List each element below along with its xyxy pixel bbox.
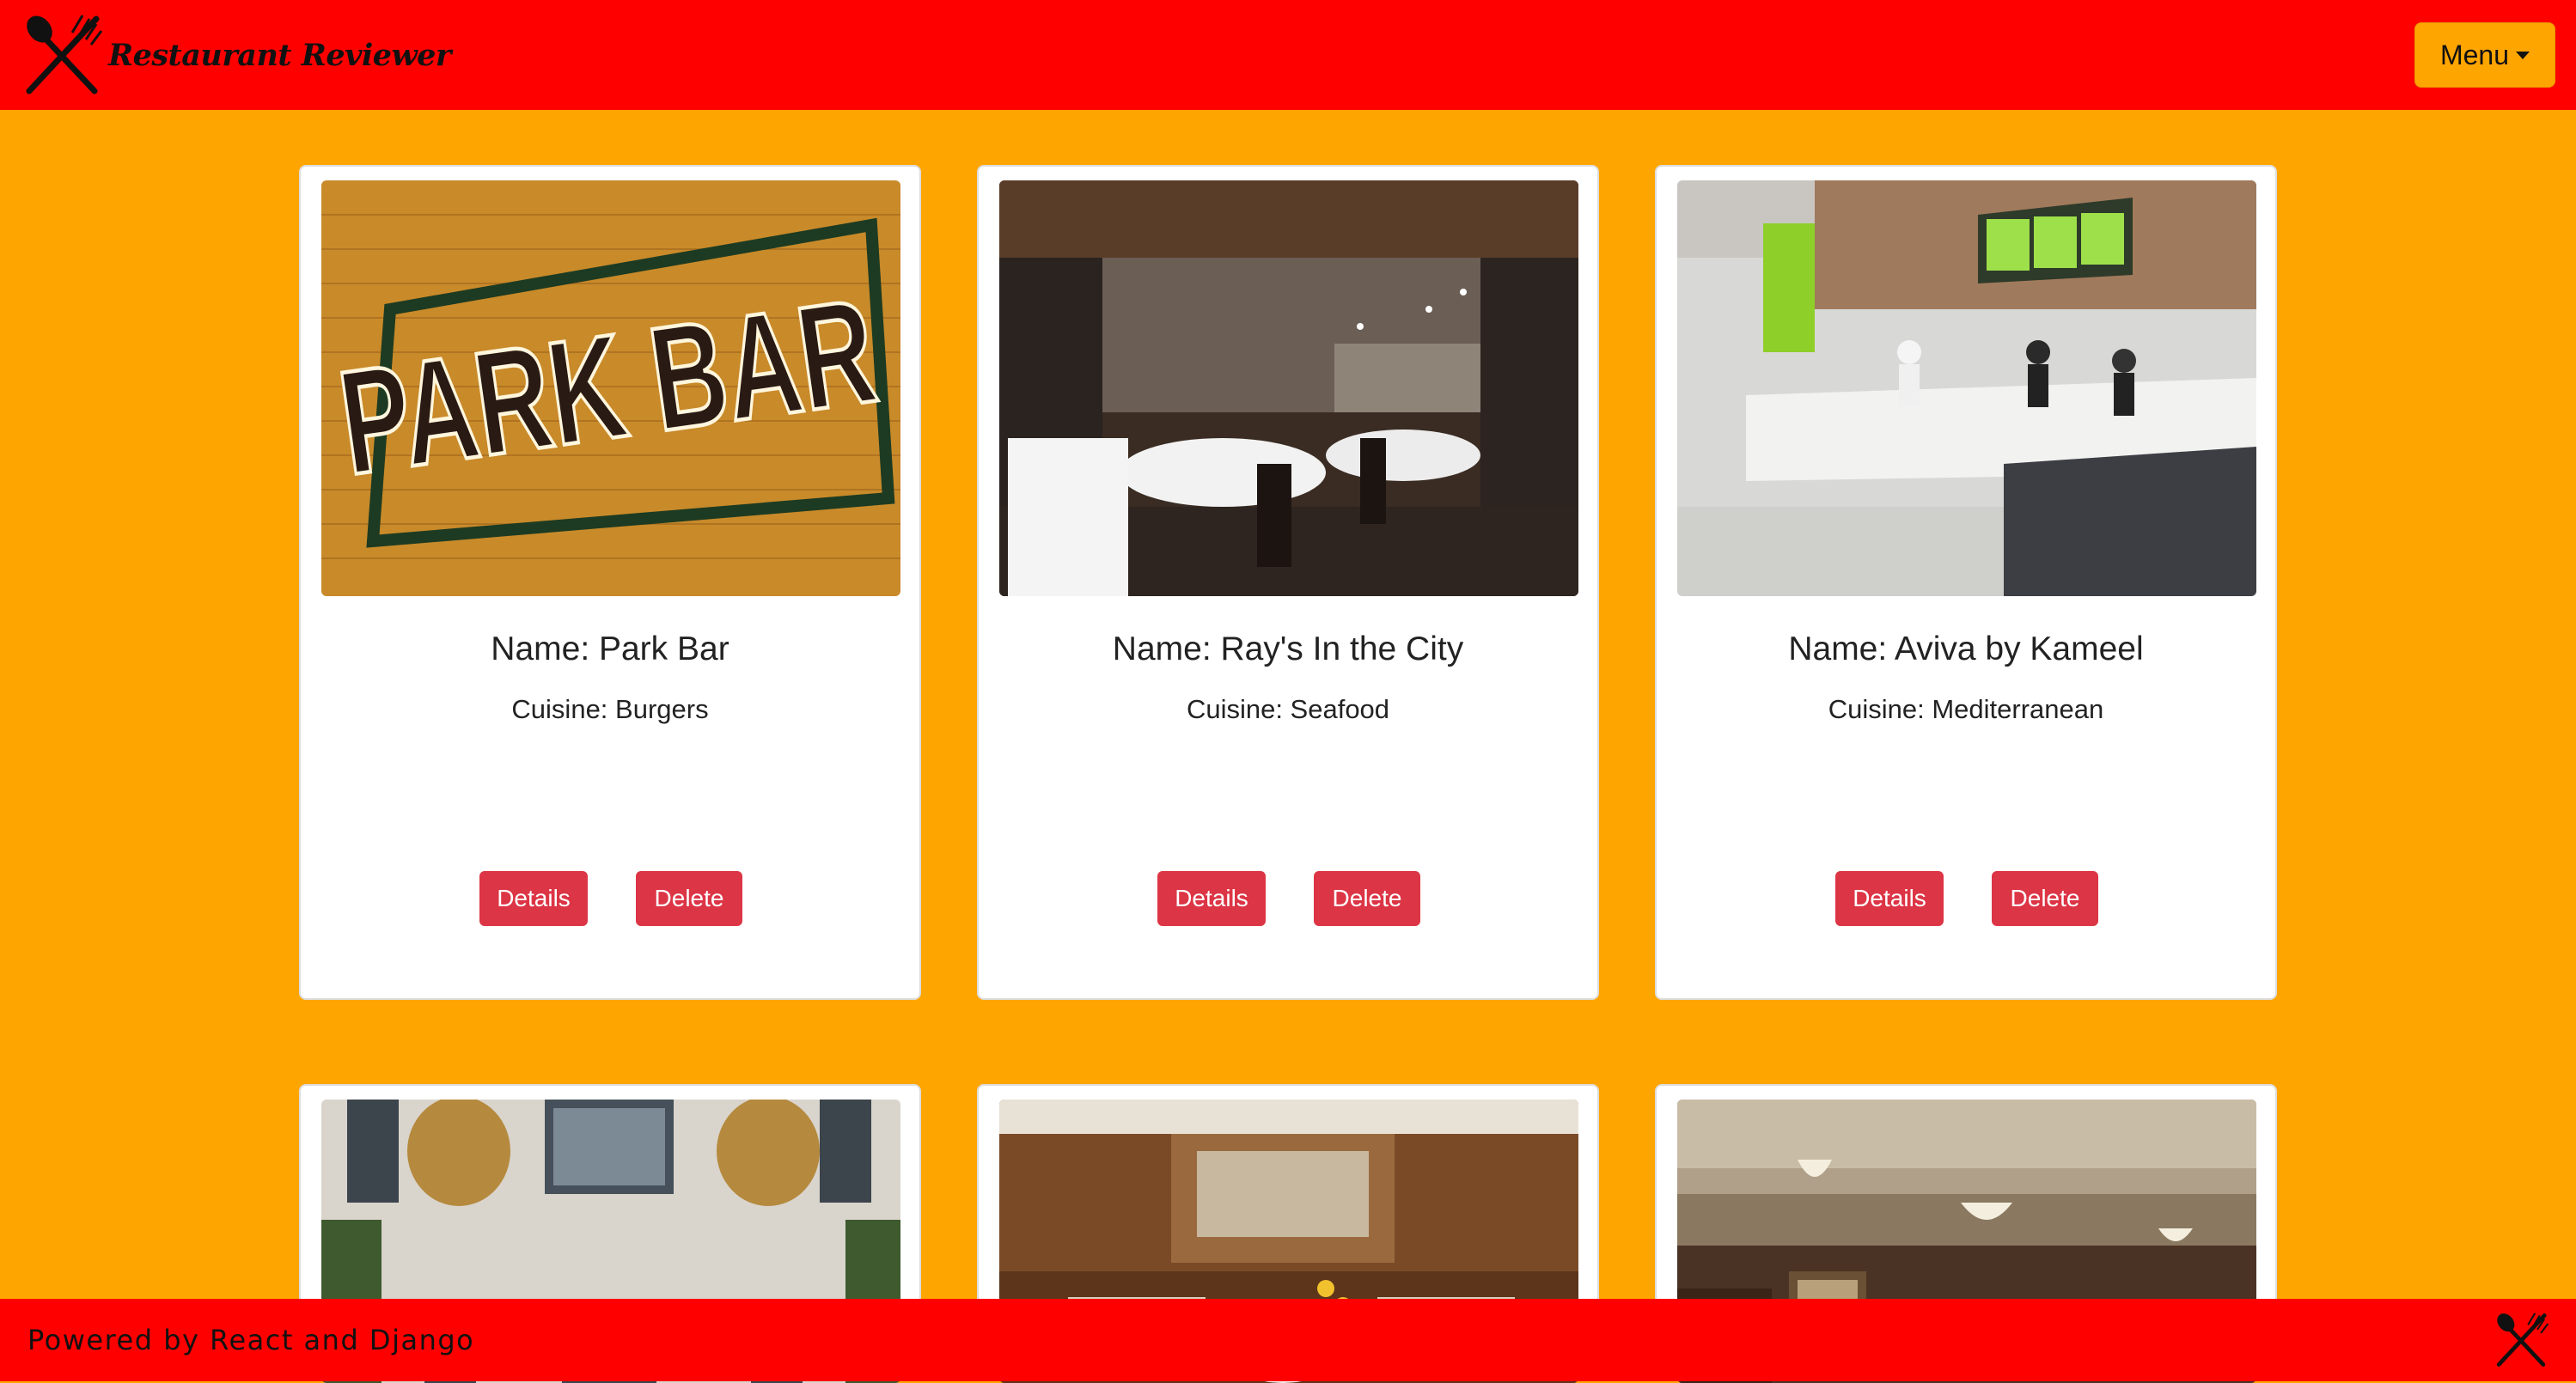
top-navbar: Restaurant Reviewer Menu: [0, 0, 2576, 110]
menu-button[interactable]: Menu: [2414, 22, 2555, 88]
restaurant-name: Name: Aviva by Kameel: [1788, 631, 2144, 667]
menu-label: Menu: [2439, 39, 2510, 70]
fork-knife-icon: [26, 15, 103, 94]
restaurant-image: [1677, 180, 2256, 596]
brand[interactable]: Restaurant Reviewer: [19, 12, 451, 98]
restaurant-image: [999, 180, 1578, 596]
restaurant-card: PARK BAR Name: Park Bar Cuisine: Burgers…: [299, 165, 921, 1000]
restaurant-name: Name: Park Bar: [491, 631, 729, 667]
restaurant-cuisine: Cuisine: Mediterranean: [1828, 694, 2104, 724]
caret-down-icon: [2516, 51, 2530, 59]
restaurant-card: Name: Ray's In the City Cuisine: Seafood…: [977, 165, 1599, 1000]
restaurant-card: Name: Aviva by Kameel Cuisine: Mediterra…: [1655, 165, 2277, 1000]
restaurant-cuisine: Cuisine: Seafood: [1186, 694, 1390, 724]
restaurant-name: Name: Ray's In the City: [1112, 631, 1464, 667]
delete-button[interactable]: Delete: [1992, 871, 2098, 926]
details-button[interactable]: Details: [1157, 871, 1266, 926]
delete-button[interactable]: Delete: [1314, 871, 1420, 926]
details-button[interactable]: Details: [1835, 871, 1944, 926]
footer-text: Powered by React and Django: [27, 1324, 475, 1356]
footer: Powered by React and Django: [0, 1299, 2576, 1381]
delete-button[interactable]: Delete: [636, 871, 742, 926]
restaurant-cuisine: Cuisine: Burgers: [511, 694, 709, 724]
brand-title: Restaurant Reviewer: [108, 37, 451, 73]
details-button[interactable]: Details: [479, 871, 588, 926]
restaurant-image: PARK BAR: [321, 180, 900, 596]
fork-knife-icon: [2496, 1313, 2549, 1367]
